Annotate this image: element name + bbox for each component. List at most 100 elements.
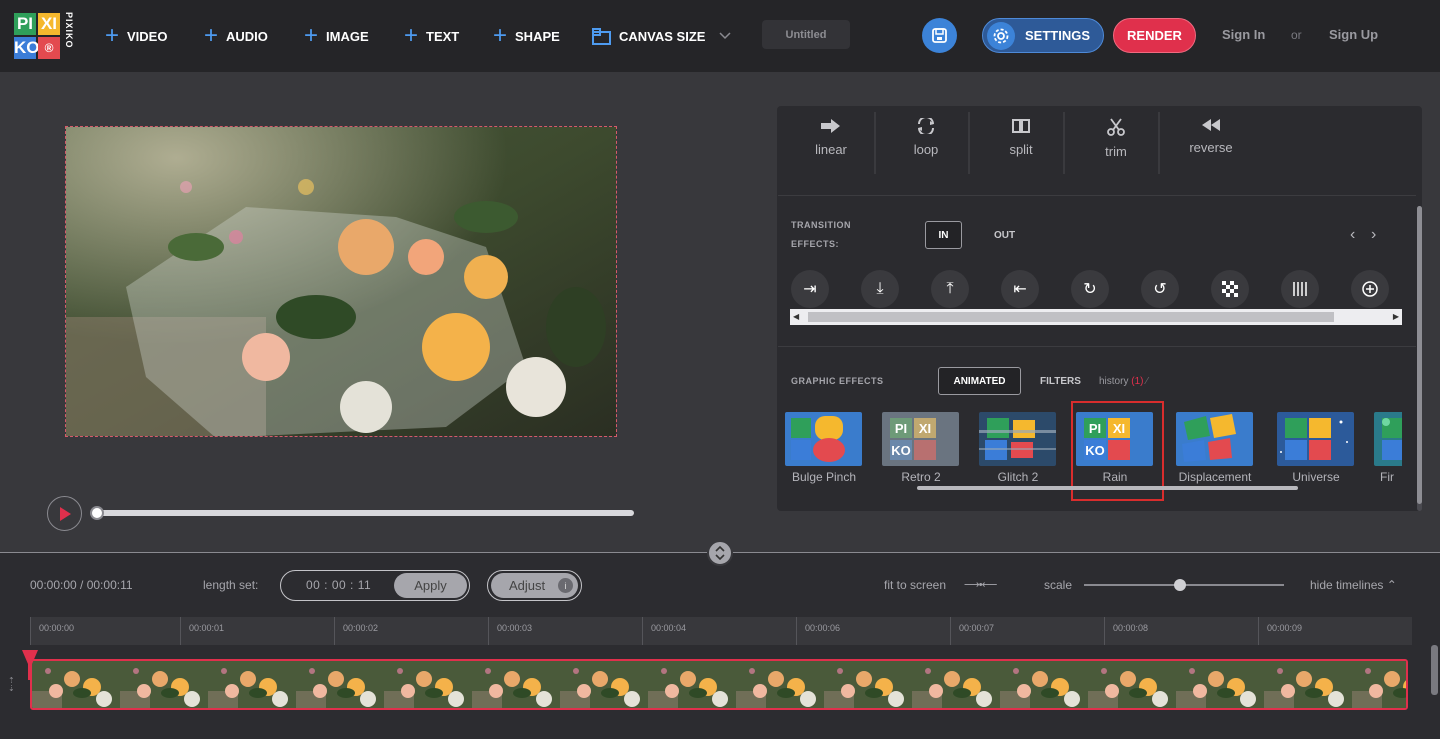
blinds-icon[interactable] [1281, 270, 1319, 308]
clip-frame-thumbnail [1352, 661, 1406, 708]
clip-frame-thumbnail [824, 661, 912, 708]
effects-scrollbar[interactable] [917, 486, 1298, 490]
render-button[interactable]: RENDER [1113, 18, 1196, 53]
add-text-button[interactable]: + TEXT [404, 24, 459, 48]
timeline-vertical-scrollbar[interactable] [1431, 645, 1438, 695]
slide-right-icon[interactable]: ⇥ [791, 270, 829, 308]
clip-frame-thumbnail [296, 661, 384, 708]
clip-frame-thumbnail [32, 661, 120, 708]
effect-thumbnail [1176, 412, 1253, 466]
tool-trim[interactable]: trim [1076, 118, 1156, 168]
effect-thumbnail: PI XI KO [882, 412, 959, 466]
panel-divider [778, 346, 1416, 347]
tool-split[interactable]: split [981, 118, 1061, 168]
plus-icon: + [105, 22, 120, 49]
graphic-effects-label: GRAPHIC EFFECTS [791, 376, 884, 386]
video-preview[interactable] [65, 126, 617, 437]
dissolve-icon[interactable] [1211, 270, 1249, 308]
scrubber-knob[interactable] [90, 506, 104, 520]
info-icon[interactable]: i [558, 578, 573, 593]
effect-thumbnail [1374, 412, 1402, 466]
time-ruler[interactable] [30, 617, 1412, 645]
effect-universe[interactable]: Universe [1277, 412, 1355, 484]
effect-fire[interactable]: Fir [1374, 412, 1402, 484]
clip-frame-thumbnail [648, 661, 736, 708]
length-input[interactable]: 00 : 00 : 11 [306, 578, 371, 592]
slide-left-icon[interactable]: ⇤ [1001, 270, 1039, 308]
tool-linear[interactable]: linear [791, 118, 871, 168]
svg-text:KO: KO [891, 443, 911, 458]
scale-slider-knob[interactable] [1174, 579, 1186, 591]
chevron-left-icon[interactable]: ‹ [1350, 226, 1355, 244]
clip-frame-thumbnail [1088, 661, 1176, 708]
effect-bulge-pinch[interactable]: Bulge Pinch [785, 412, 863, 484]
sign-up-link[interactable]: Sign Up [1329, 27, 1378, 42]
canvas-size-dropdown[interactable]: CANVAS SIZE [592, 24, 731, 48]
scale-label: scale [1044, 578, 1073, 592]
clip-frame-thumbnail [560, 661, 648, 708]
scroll-left-arrow[interactable]: ◀ [793, 312, 799, 321]
playhead-marker[interactable] [21, 650, 39, 685]
scroll-right-arrow[interactable]: ▶ [1393, 312, 1399, 321]
effect-name: Displacement [1178, 470, 1252, 484]
split-icon [1012, 119, 1030, 133]
slide-down-icon[interactable]: ⤓ [861, 270, 899, 308]
logo-tile-mark: ® [38, 37, 60, 59]
playback-scrubber[interactable] [96, 510, 634, 516]
ruler-tick: 00:00:07 [950, 617, 994, 645]
length-set-label: length set: [203, 578, 259, 592]
chevron-up-icon: ⌃ [1386, 578, 1397, 592]
tool-reverse[interactable]: reverse [1171, 118, 1251, 168]
zoom-in-icon[interactable] [1351, 270, 1389, 308]
plus-icon: + [404, 22, 419, 49]
tab-animated[interactable]: ANIMATED [938, 367, 1021, 395]
transition-effects-label: TRANSITION EFFECTS: [791, 220, 851, 249]
plus-icon: + [493, 22, 508, 49]
chevron-right-icon[interactable]: › [1371, 226, 1376, 244]
video-clip-track[interactable] [30, 659, 1408, 710]
save-button[interactable] [922, 18, 957, 53]
play-icon [59, 506, 71, 521]
rotate-cw-icon[interactable]: ↻ [1071, 270, 1109, 308]
tab-in[interactable]: IN [925, 221, 962, 249]
project-title-field[interactable]: Untitled [762, 20, 850, 49]
effect-thumbnail [979, 412, 1056, 466]
hide-timelines-toggle[interactable]: hide timelines ⌃ [1310, 578, 1397, 592]
fit-to-screen-icon[interactable]: ⟶•⟵ [964, 578, 997, 591]
add-audio-button[interactable]: + AUDIO [204, 24, 268, 48]
pixiko-logo[interactable]: PI XI KO ® PIXIKO [14, 10, 76, 62]
clip-frame-thumbnail [1000, 661, 1088, 708]
add-image-button[interactable]: + IMAGE [304, 24, 369, 48]
transitions-scrollbar[interactable]: ◀ ▶ [790, 309, 1402, 325]
edit-icon: ⁄ [1146, 376, 1148, 387]
scrollbar-thumb[interactable] [808, 312, 1334, 322]
apply-button[interactable]: Apply [394, 573, 467, 598]
tab-out[interactable]: OUT [994, 230, 1015, 241]
adjust-button[interactable]: Adjust i [491, 573, 578, 598]
play-button[interactable] [47, 496, 82, 531]
logo-tile-pi: PI [14, 13, 36, 35]
canvas-size-icon [592, 27, 611, 45]
logo-tile-xi: XI [38, 13, 60, 35]
track-drag-handle-icon[interactable]: ⇡ ⇣ [8, 677, 15, 693]
fit-to-screen-label[interactable]: fit to screen [884, 578, 946, 592]
effect-displacement[interactable]: Displacement [1176, 412, 1254, 484]
effect-glitch-2[interactable]: Glitch 2 [979, 412, 1057, 484]
ruler-tick: 00:00:02 [334, 617, 378, 645]
add-video-button[interactable]: + VIDEO [105, 24, 167, 48]
clip-frame-thumbnail [384, 661, 472, 708]
rotate-ccw-icon[interactable]: ↺ [1141, 270, 1179, 308]
tool-loop[interactable]: loop [886, 118, 966, 168]
tool-divider [1158, 112, 1160, 174]
effect-name: Fir [1380, 470, 1394, 484]
tab-filters[interactable]: FILTERS [1040, 376, 1081, 387]
resize-handle-icon[interactable] [707, 540, 733, 566]
panel-vertical-scrollbar[interactable] [1417, 206, 1422, 511]
effect-retro-2[interactable]: PI XI KO Retro 2 [882, 412, 960, 484]
slide-up-icon[interactable]: ⤒ [931, 270, 969, 308]
settings-button[interactable]: SETTINGS [982, 18, 1104, 53]
sign-in-link[interactable]: Sign In [1222, 27, 1265, 42]
add-shape-button[interactable]: + SHAPE [493, 24, 560, 48]
effect-name: Glitch 2 [997, 470, 1039, 484]
history-link[interactable]: history (1) ⁄ [1099, 376, 1148, 387]
